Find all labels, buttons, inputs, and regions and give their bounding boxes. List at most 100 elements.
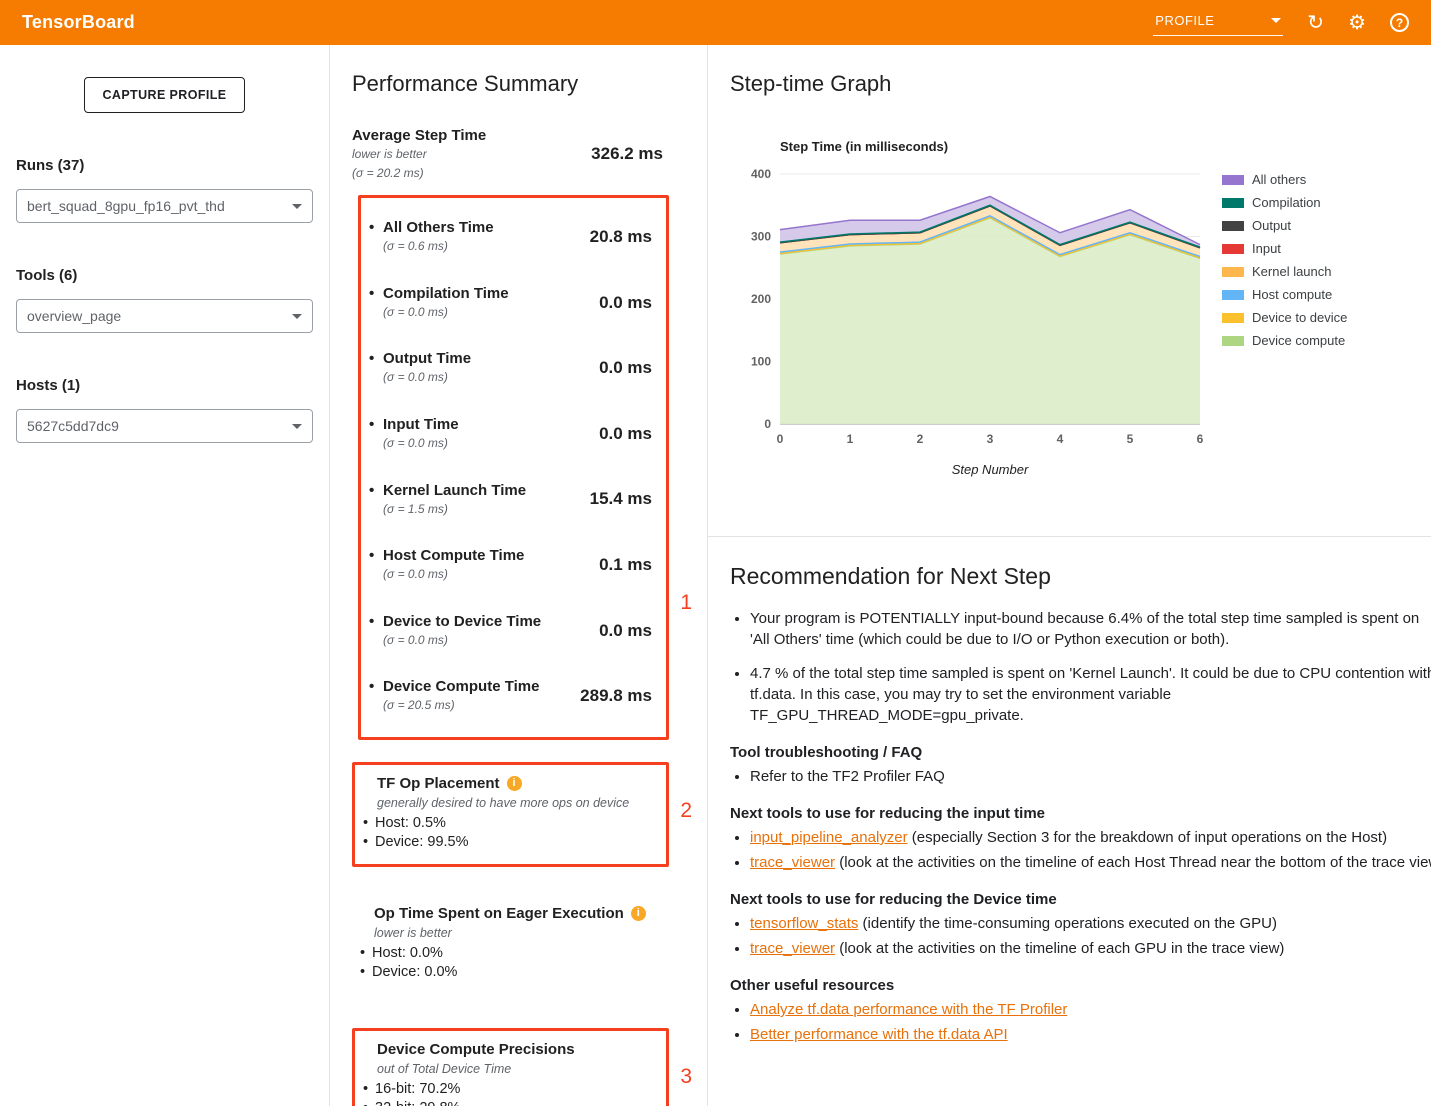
precision-32bit: 32-bit: 29.8%: [361, 1099, 656, 1106]
metric-label: •Device Compute Time: [369, 678, 539, 695]
metric-value: 0.0 ms: [599, 293, 652, 313]
hosts-select[interactable]: 5627c5dd7dc9: [16, 409, 313, 443]
rec-section-header: Other useful resources: [730, 977, 1401, 994]
rec-link[interactable]: tensorflow_stats: [750, 915, 858, 932]
metric-label: •Kernel Launch Time: [369, 482, 526, 499]
eager-device: Device: 0.0%: [358, 963, 673, 982]
rec-link[interactable]: trace_viewer: [750, 940, 835, 957]
rec-item: tensorflow_stats (identify the time-cons…: [750, 913, 1431, 934]
legend-swatch-icon: [1222, 198, 1244, 208]
metric-sigma: (σ = 0.6 ms): [383, 239, 494, 255]
svg-text:100: 100: [751, 355, 771, 369]
metric-label: •Device to Device Time: [369, 613, 541, 630]
legend-label: Compilation: [1252, 195, 1321, 210]
chart-title: Step Time (in milliseconds): [780, 139, 1431, 154]
metric-all-others-time: •All Others Time(σ = 0.6 ms)20.8 ms: [369, 204, 656, 270]
legend-label: Host compute: [1252, 287, 1332, 302]
rec-section-header: Next tools to use for reducing the input…: [730, 805, 1401, 822]
metric-label: •Compilation Time: [369, 285, 509, 302]
tools-select[interactable]: overview_page: [16, 299, 313, 333]
eager-execution-block: Op Time Spent on Eager Execution i lower…: [352, 895, 683, 994]
main-content: CAPTURE PROFILE Runs (37) bert_squad_8gp…: [0, 45, 1431, 1106]
help-icon[interactable]: ?: [1390, 13, 1409, 32]
rec-section-header: Tool troubleshooting / FAQ: [730, 744, 1401, 761]
dashboard-select-value: PROFILE: [1155, 13, 1214, 28]
legend-item: Host compute: [1222, 287, 1347, 302]
info-icon[interactable]: i: [507, 776, 522, 791]
metric-value: 326.2 ms: [591, 144, 663, 164]
performance-summary-title: Performance Summary: [352, 71, 683, 97]
bullet-icon: •: [369, 350, 383, 367]
legend-swatch-icon: [1222, 336, 1244, 346]
metric-sigma: (σ = 1.5 ms): [383, 502, 526, 518]
recommendation-paragraph: 4.7 % of the total step time sampled is …: [750, 663, 1431, 726]
hosts-select-value: 5627c5dd7dc9: [27, 418, 119, 434]
tf-op-placement-note: generally desired to have more ops on de…: [377, 796, 656, 810]
hosts-label: Hosts (1): [16, 377, 313, 394]
chart-x-axis-label: Step Number: [780, 462, 1200, 477]
metric-sigma: (σ = 0.0 ms): [383, 370, 471, 386]
precisions-note: out of Total Device Time: [377, 1062, 656, 1076]
svg-text:0: 0: [764, 417, 771, 431]
rec-section-list: Refer to the TF2 Profiler FAQ: [750, 766, 1431, 787]
metric-device-compute-time: •Device Compute Time(σ = 20.5 ms)289.8 m…: [369, 663, 656, 729]
metric-output-time: •Output Time(σ = 0.0 ms)0.0 ms: [369, 335, 656, 401]
rec-section-header: Next tools to use for reducing the Devic…: [730, 891, 1401, 908]
eager-execution-title: Op Time Spent on Eager Execution: [374, 905, 624, 922]
legend-swatch-icon: [1222, 267, 1244, 277]
capture-profile-button[interactable]: CAPTURE PROFILE: [84, 77, 244, 113]
annotation-box-1: •All Others Time(σ = 0.6 ms)20.8 ms•Comp…: [358, 195, 669, 740]
precisions-title: Device Compute Precisions: [377, 1041, 575, 1058]
rec-link[interactable]: input_pipeline_analyzer: [750, 829, 908, 846]
tf-op-placement-device: Device: 99.5%: [361, 833, 656, 852]
metric-sigma: (σ = 0.0 ms): [383, 633, 541, 649]
runs-select[interactable]: bert_squad_8gpu_fp16_pvt_thd: [16, 189, 313, 223]
svg-text:6: 6: [1197, 432, 1204, 446]
device-compute-precisions-block: Device Compute Precisions out of Total D…: [355, 1031, 666, 1106]
rec-link[interactable]: trace_viewer: [750, 854, 835, 871]
info-icon[interactable]: i: [631, 906, 646, 921]
legend-swatch-icon: [1222, 313, 1244, 323]
step-time-chart: 01002003004000123456: [730, 166, 1210, 456]
legend-swatch-icon: [1222, 175, 1244, 185]
legend-item: Compilation: [1222, 195, 1347, 210]
legend-label: All others: [1252, 172, 1306, 187]
svg-text:200: 200: [751, 292, 771, 306]
rec-link[interactable]: Analyze tf.data performance with the TF …: [750, 1001, 1067, 1018]
metric-device-to-device-time: •Device to Device Time(σ = 0.0 ms)0.0 ms: [369, 598, 656, 664]
metric-sigma: (σ = 0.0 ms): [383, 567, 524, 583]
rec-section-list: tensorflow_stats (identify the time-cons…: [750, 913, 1431, 959]
annotation-number-3: 3: [680, 1065, 692, 1089]
gear-icon[interactable]: ⚙: [1348, 13, 1366, 33]
rec-item: Analyze tf.data performance with the TF …: [750, 999, 1431, 1020]
reload-icon[interactable]: ↻: [1307, 13, 1324, 33]
metric-compilation-time: •Compilation Time (σ = 0.0 ms) 0.0 ms: [369, 270, 656, 336]
app-title: TensorBoard: [22, 12, 135, 33]
svg-text:400: 400: [751, 167, 771, 181]
annotation-number-1: 1: [680, 591, 692, 615]
metric-sigma: (σ = 20.5 ms): [383, 698, 539, 714]
legend-item: Device to device: [1222, 310, 1347, 325]
topbar: TensorBoard PROFILE ↻ ⚙ ?: [0, 0, 1431, 45]
rec-link[interactable]: Better performance with the tf.data API: [750, 1026, 1008, 1043]
eager-execution-note: lower is better: [374, 926, 673, 940]
legend-swatch-icon: [1222, 221, 1244, 231]
legend-swatch-icon: [1222, 290, 1244, 300]
metric-sigma: (σ = 0.0 ms): [383, 305, 509, 321]
dashboard-select[interactable]: PROFILE: [1153, 9, 1283, 36]
runs-select-value: bert_squad_8gpu_fp16_pvt_thd: [27, 198, 225, 214]
metric-label: •Input Time: [369, 416, 459, 433]
tools-label: Tools (6): [16, 267, 313, 284]
metric-host-compute-time: •Host Compute Time(σ = 0.0 ms)0.1 ms: [369, 532, 656, 598]
legend-item: Kernel launch: [1222, 264, 1347, 279]
metric-input-time: •Input Time(σ = 0.0 ms)0.0 ms: [369, 401, 656, 467]
recommendation-paragraph: Your program is POTENTIALLY input-bound …: [750, 608, 1431, 650]
recommendation-title: Recommendation for Next Step: [730, 563, 1401, 590]
svg-text:2: 2: [917, 432, 924, 446]
legend-item: All others: [1222, 172, 1347, 187]
legend-swatch-icon: [1222, 244, 1244, 254]
bullet-icon: •: [369, 285, 383, 302]
legend-label: Output: [1252, 218, 1291, 233]
recommendation-panel: Recommendation for Next Step Your progra…: [708, 537, 1431, 1106]
metric-note: lower is better: [352, 147, 486, 163]
